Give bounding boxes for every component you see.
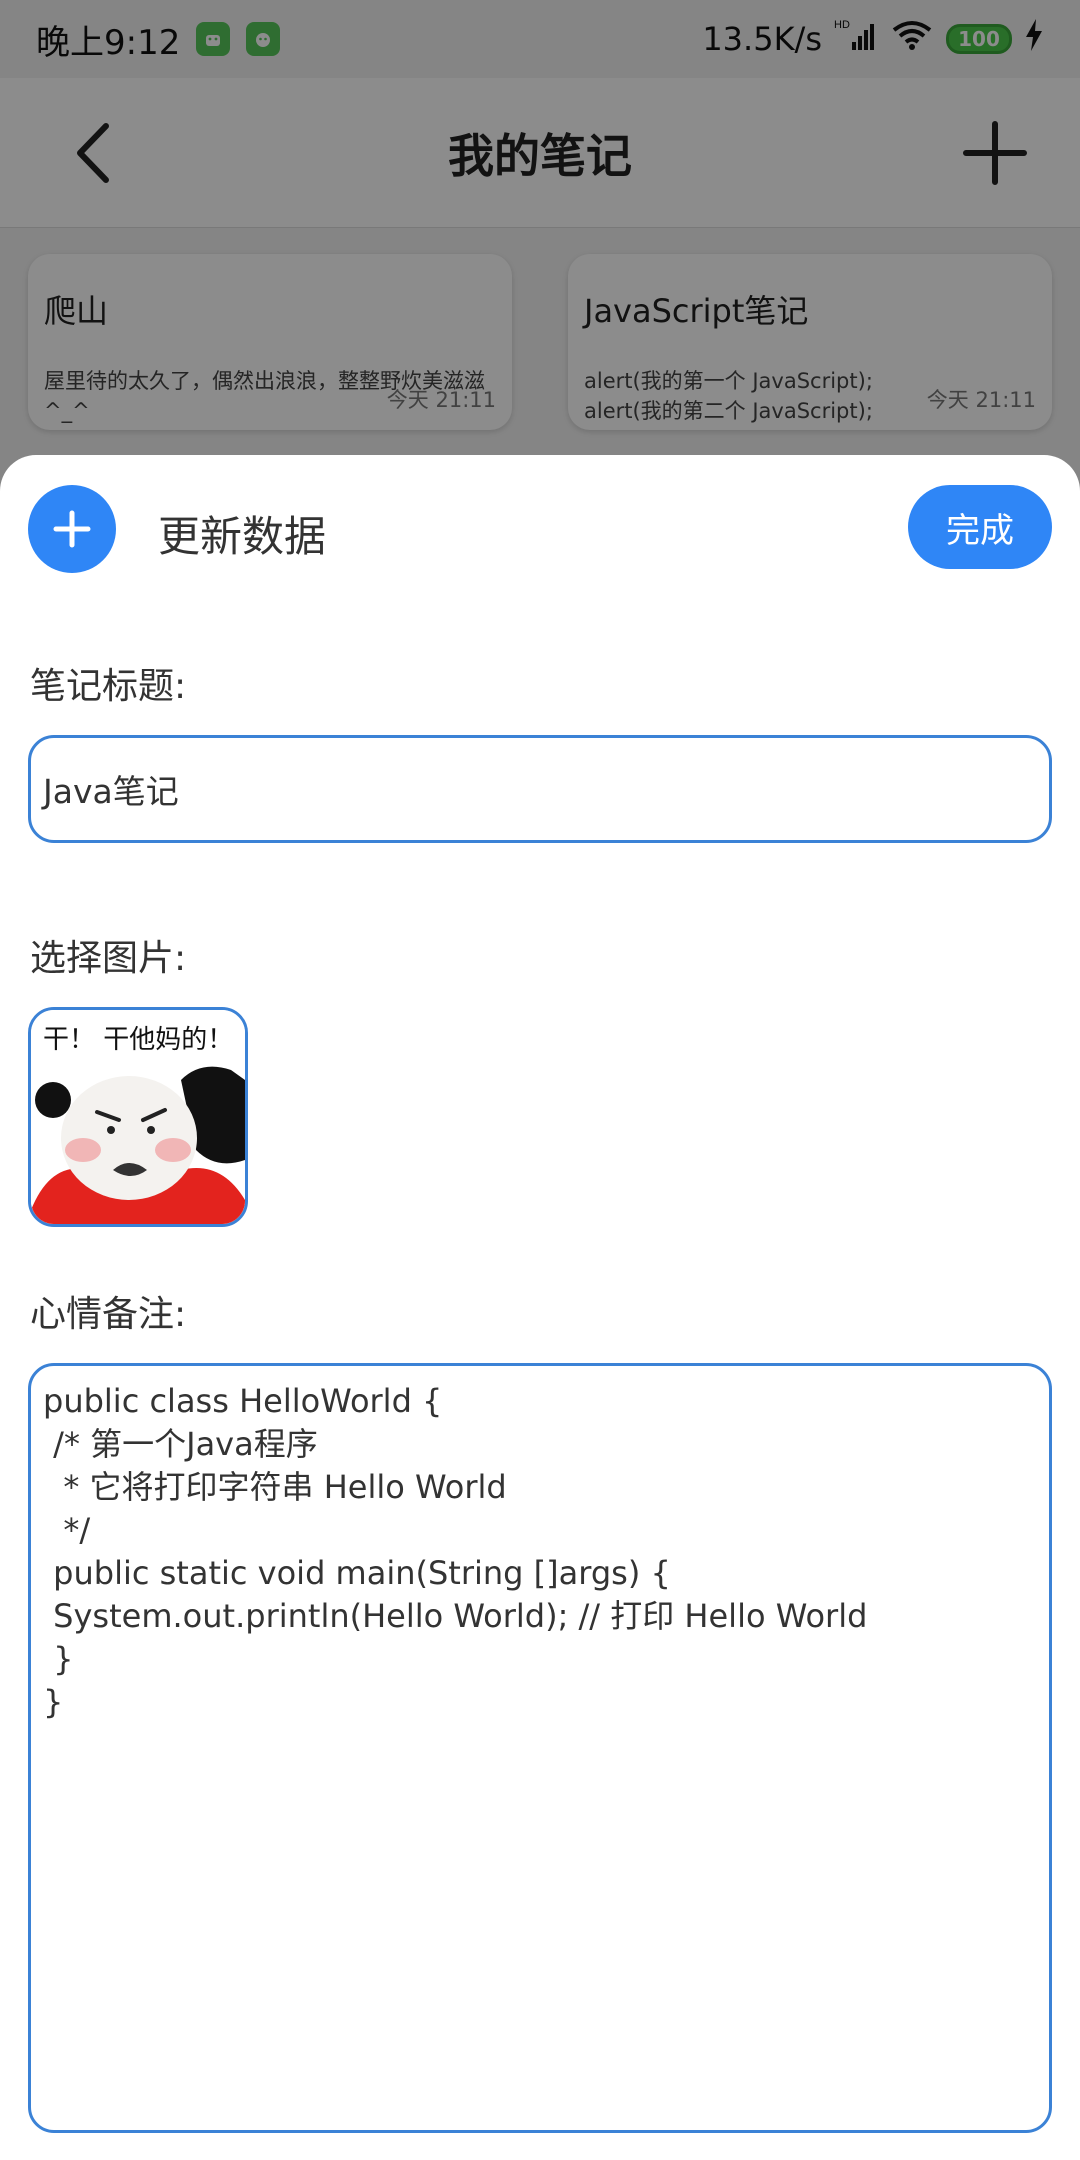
code-line: */ bbox=[43, 1511, 91, 1549]
code-line: /* 第一个Java程序 bbox=[43, 1425, 318, 1463]
code-line: public class HelloWorld { bbox=[43, 1382, 443, 1420]
image-picker[interactable]: 干！ 干他妈的！ bbox=[28, 1007, 248, 1227]
selected-image: 干！ 干他妈的！ bbox=[31, 1010, 245, 1224]
image-caption: 干！ 干他妈的！ bbox=[43, 1025, 233, 1055]
add-button[interactable] bbox=[28, 485, 116, 573]
screen: 晚上9:12 13.5K/s HD 100 我的笔记 爬山 屋里待的太久了，偶然… bbox=[0, 0, 1080, 2160]
code-line: } bbox=[43, 1683, 64, 1721]
code-line: * 它将打印字符串 Hello World bbox=[43, 1468, 507, 1506]
image-label: 选择图片: bbox=[30, 938, 187, 979]
plus-icon bbox=[53, 510, 91, 548]
code-line: public static void main(String []args) { bbox=[43, 1554, 671, 1592]
code-line: } bbox=[43, 1640, 74, 1678]
mood-textarea[interactable]: public class HelloWorld { /* 第一个Java程序 *… bbox=[28, 1363, 1052, 2133]
title-label: 笔记标题: bbox=[30, 666, 187, 707]
code-line: System.out.println(Hello World); // 打印 H… bbox=[43, 1597, 868, 1635]
sheet-title: 更新数据 bbox=[158, 512, 327, 561]
title-input[interactable]: Java笔记 bbox=[28, 735, 1052, 843]
update-note-sheet: 更新数据 完成 笔记标题: Java笔记 选择图片: 干！ 干他妈的！ 心情备注… bbox=[0, 455, 1080, 2160]
mood-label: 心情备注: bbox=[30, 1294, 187, 1335]
done-button[interactable]: 完成 bbox=[908, 485, 1052, 569]
